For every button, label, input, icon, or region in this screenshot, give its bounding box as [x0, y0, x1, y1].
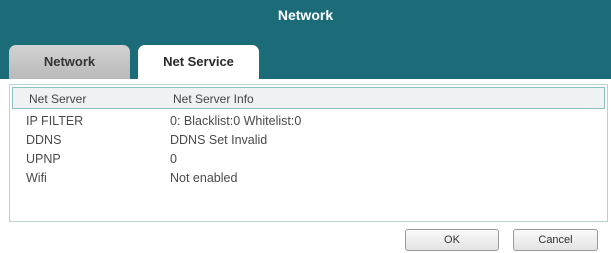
table-row-upnp[interactable]: UPNP 0	[10, 150, 607, 169]
table-row-wifi[interactable]: Wifi Not enabled	[10, 169, 607, 188]
tab-network[interactable]: Network	[9, 45, 130, 79]
row-server-name: UPNP	[26, 152, 61, 166]
row-server-info: 0: Blacklist:0 Whitelist:0	[170, 114, 302, 128]
network-dialog: Network Network Net Service Net Server N…	[0, 0, 611, 253]
row-server-info: 0	[170, 152, 177, 166]
net-service-table: Net Server Net Server Info IP FILTER 0: …	[9, 84, 608, 222]
column-header-net-server: Net Server	[29, 92, 87, 106]
cancel-button[interactable]: Cancel	[513, 229, 598, 251]
row-server-name: Wifi	[26, 171, 47, 185]
table-header: Net Server Net Server Info	[12, 87, 605, 109]
dialog-footer: OK Cancel	[0, 224, 611, 253]
row-server-name: DDNS	[26, 133, 62, 147]
tab-bar: Network Net Service	[0, 31, 611, 79]
title-bar: Network	[0, 0, 611, 31]
dialog-title: Network	[277, 7, 334, 23]
row-server-info: DDNS Set Invalid	[170, 133, 268, 147]
row-server-name: IP FILTER	[26, 114, 84, 128]
table-row-ddns[interactable]: DDNS DDNS Set Invalid	[10, 131, 607, 150]
tab-net-service[interactable]: Net Service	[138, 45, 259, 79]
ok-button[interactable]: OK	[405, 229, 499, 251]
row-server-info: Not enabled	[170, 171, 238, 185]
column-header-net-server-info: Net Server Info	[173, 92, 254, 106]
table-row-ip-filter[interactable]: IP FILTER 0: Blacklist:0 Whitelist:0	[10, 112, 607, 131]
